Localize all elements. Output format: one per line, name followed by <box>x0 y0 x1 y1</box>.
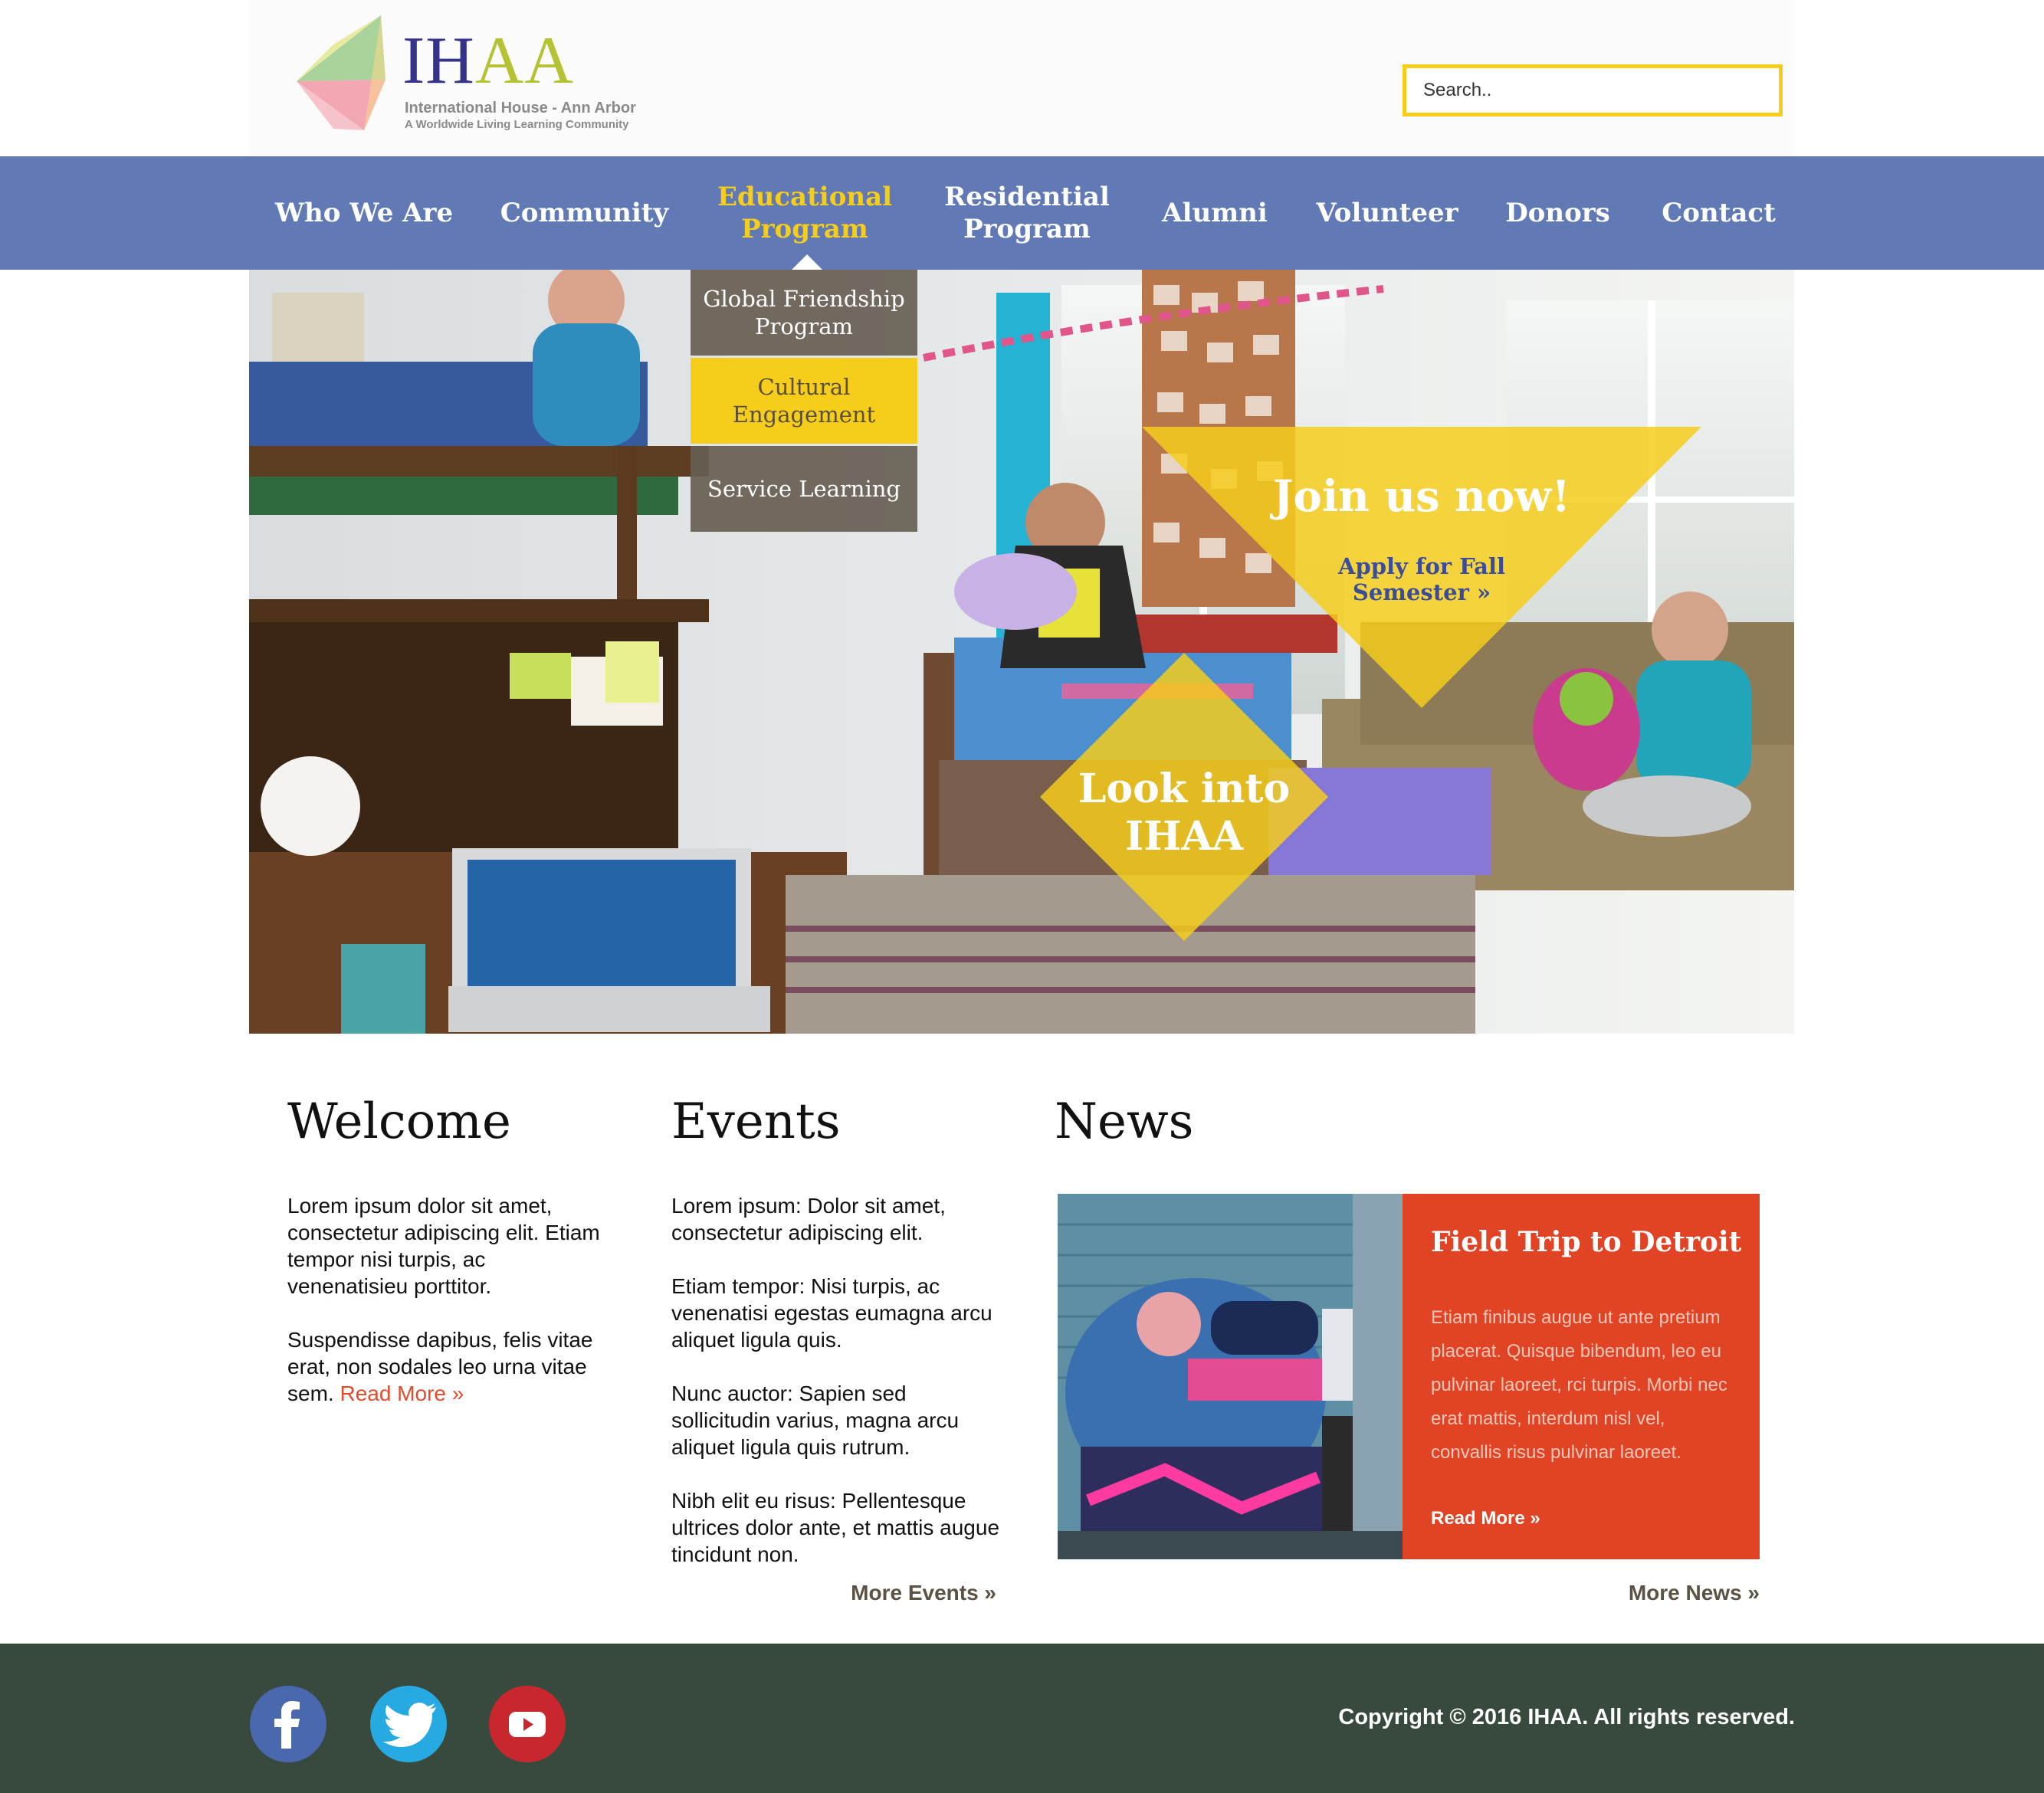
news-card-title[interactable]: Field Trip to Detroit <box>1431 1226 1741 1258</box>
logo-wordmark: IHAA <box>402 24 574 98</box>
apply-link[interactable]: Apply for Fall Semester » <box>1307 553 1537 605</box>
events-heading: Events <box>671 1093 841 1150</box>
twitter-icon[interactable] <box>370 1686 447 1762</box>
copyright-text: Copyright © 2016 IHAA. All rights reserv… <box>1338 1705 1795 1729</box>
logo-subtagline: A Worldwide Living Learning Community <box>405 118 629 131</box>
event-item: Nunc auctor: Sapien sed sollicitudin var… <box>671 1382 960 1459</box>
nav-contact[interactable]: Contact <box>1648 156 1790 270</box>
hero-photo <box>249 270 1794 1034</box>
news-read-more-link[interactable]: Read More » <box>1431 1508 1540 1529</box>
news-image <box>1058 1194 1403 1559</box>
event-item: Etiam tempor: Nisi turpis, ac venenatisi… <box>671 1274 992 1352</box>
dropdown-item-cultural-engagement[interactable]: Cultural Engagement <box>691 358 917 444</box>
welcome-paragraph-1: Lorem ipsum dolor sit amet, consectetur … <box>287 1194 600 1298</box>
welcome-heading: Welcome <box>287 1093 511 1150</box>
hero-banner: Join us now! Apply for Fall Semester » L… <box>249 270 1794 1034</box>
logo-mark-icon <box>297 15 386 130</box>
more-news-link[interactable]: More News » <box>1530 1581 1760 1605</box>
youtube-icon[interactable] <box>489 1686 566 1762</box>
nav-residential-program[interactable]: Residential Program <box>931 156 1123 270</box>
nav-community[interactable]: Community <box>487 156 682 270</box>
nav-alumni[interactable]: Alumni <box>1146 156 1284 270</box>
main-nav: Who We Are Community Educational Program… <box>0 156 2044 270</box>
educational-program-dropdown: Global Friendship Program Cultural Engag… <box>691 270 917 534</box>
nav-volunteer[interactable]: Volunteer <box>1307 156 1468 270</box>
nav-donors[interactable]: Donors <box>1491 156 1625 270</box>
welcome-read-more-link[interactable]: Read More » <box>340 1382 464 1405</box>
nav-educational-program[interactable]: Educational Program <box>709 156 901 270</box>
dropdown-item-service-learning[interactable]: Service Learning <box>691 446 917 532</box>
join-us-heading: Join us now! <box>1273 471 1570 522</box>
active-nav-caret <box>792 254 822 270</box>
site-footer: Copyright © 2016 IHAA. All rights reserv… <box>0 1644 2044 1793</box>
facebook-icon[interactable] <box>250 1686 326 1762</box>
dropdown-item-global-friendship[interactable]: Global Friendship Program <box>691 270 917 356</box>
more-events-link[interactable]: More Events » <box>766 1581 996 1605</box>
news-card[interactable]: Field Trip to Detroit Etiam finibus augu… <box>1058 1194 1760 1559</box>
logo-tagline: International House - Ann Arbor <box>405 100 636 116</box>
nav-who-we-are[interactable]: Who We Are <box>268 156 460 270</box>
event-item: Nibh elit eu risus: Pellentesque ultrice… <box>671 1489 1000 1566</box>
welcome-paragraph-2: Suspendisse dapibus, felis vitae erat, n… <box>287 1328 593 1405</box>
news-card-text: Etiam finibus augue ut ante pretium plac… <box>1431 1307 1727 1463</box>
news-heading: News <box>1055 1093 1194 1150</box>
site-logo[interactable]: IHAA International House - Ann Arbor A W… <box>287 14 640 136</box>
site-header: IHAA International House - Ann Arbor A W… <box>249 0 1794 156</box>
news-card-body: Field Trip to Detroit Etiam finibus augu… <box>1403 1194 1760 1559</box>
look-into-link[interactable]: Look into IHAA <box>1069 765 1299 860</box>
event-item: Lorem ipsum: Dolor sit amet, consectetur… <box>671 1194 946 1244</box>
search-input[interactable] <box>1403 64 1783 116</box>
